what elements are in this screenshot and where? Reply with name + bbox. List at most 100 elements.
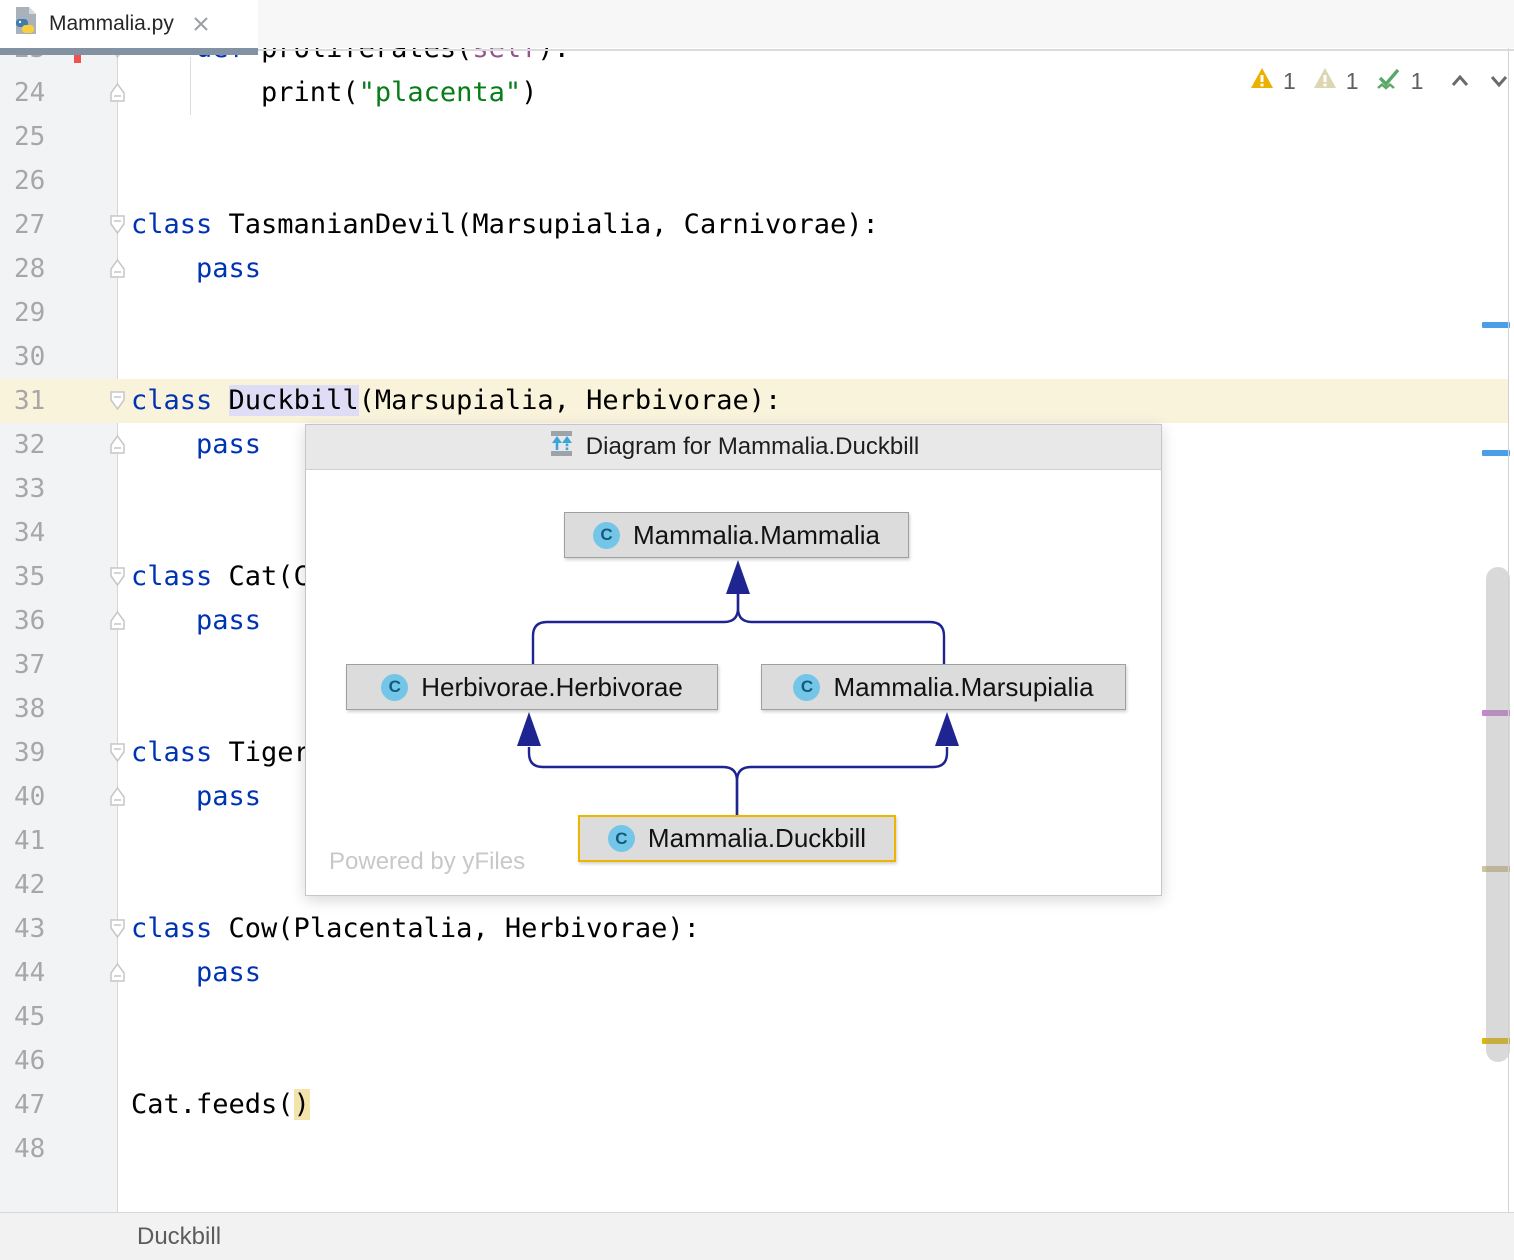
line-number: 36 <box>14 599 45 643</box>
error-stripe-mark[interactable] <box>1482 322 1510 328</box>
warning-icon <box>1250 67 1274 95</box>
line-number: 31 <box>14 379 45 423</box>
fold-start-icon[interactable] <box>109 390 126 411</box>
active-tab-underline <box>0 48 258 55</box>
diagram-node-label: Herbivorae.Herbivorae <box>421 672 683 703</box>
line-number: 47 <box>14 1083 45 1127</box>
warning-count[interactable]: 1 <box>1283 68 1296 95</box>
code-line-25[interactable]: 25 <box>0 115 1508 159</box>
previous-highlight-button[interactable] <box>1450 74 1470 88</box>
fold-end-icon[interactable] <box>109 610 126 631</box>
diagram-node-label: Mammalia.Duckbill <box>648 823 866 854</box>
fold-end-icon[interactable] <box>109 258 126 279</box>
line-number: 44 <box>14 951 45 995</box>
line-number: 32 <box>14 423 45 467</box>
code-line-26[interactable]: 26 <box>0 159 1508 203</box>
weak-warning-count[interactable]: 1 <box>1346 68 1359 95</box>
line-number: 37 <box>14 643 45 687</box>
weak-warning-icon <box>1313 67 1337 95</box>
line-number: 35 <box>14 555 45 599</box>
code-text: pass <box>131 247 261 291</box>
class-icon: C <box>608 825 635 852</box>
code-text: pass <box>131 775 261 819</box>
line-number: 48 <box>14 1127 45 1171</box>
code-line-43[interactable]: 43class Cow(Placentalia, Herbivorae): <box>0 907 1508 951</box>
line-number: 38 <box>14 687 45 731</box>
inspections-widget[interactable]: 1 1 1 <box>1250 66 1509 96</box>
yfiles-watermark: Powered by yFiles <box>329 848 525 876</box>
fold-end-icon[interactable] <box>109 434 126 455</box>
close-icon[interactable] <box>192 15 210 33</box>
diagram-node-label: Mammalia.Mammalia <box>633 520 880 551</box>
tab-title: Mammalia.py <box>49 12 174 36</box>
code-line-30[interactable]: 30 <box>0 335 1508 379</box>
line-number: 46 <box>14 1039 45 1083</box>
line-number: 29 <box>14 291 45 335</box>
diagram-icon <box>548 430 575 464</box>
code-line-48[interactable]: 48 <box>0 1127 1508 1171</box>
line-number: 40 <box>14 775 45 819</box>
code-line-44[interactable]: 44 pass <box>0 951 1508 995</box>
code-text: pass <box>131 599 261 643</box>
code-line-27[interactable]: 27 class TasmanianDevil(Marsupialia, Carn… <box>0 203 1508 247</box>
diagram-canvas[interactable]: C Mammalia.Mammalia C Herbivorae.Herbivorae… <box>306 470 1161 896</box>
tab-bar-border <box>258 49 1514 51</box>
diagram-node-mammalia-marsupialia[interactable]: C Mammalia.Marsupialia <box>761 664 1126 710</box>
diagram-node-label: Mammalia.Marsupialia <box>833 672 1093 703</box>
code-text: class TasmanianDevil(Marsupialia, Carniv… <box>131 203 879 247</box>
class-icon: C <box>793 674 820 701</box>
code-text: print("placenta") <box>131 71 537 115</box>
class-icon: C <box>381 674 408 701</box>
diagram-popup-titlebar[interactable]: Diagram for Mammalia.Duckbill <box>306 425 1161 470</box>
python-file-icon <box>12 6 39 42</box>
fold-end-icon[interactable] <box>109 786 126 807</box>
code-line-47[interactable]: 47 Cat.feeds() <box>0 1083 1508 1127</box>
fold-end-icon[interactable] <box>109 82 126 103</box>
ok-check-icon <box>1376 67 1402 96</box>
code-line-45[interactable]: 45 <box>0 995 1508 1039</box>
line-number: 25 <box>14 115 45 159</box>
class-icon: C <box>593 522 620 549</box>
code-line-29[interactable]: 29 <box>0 291 1508 335</box>
line-number: 30 <box>14 335 45 379</box>
next-highlight-button[interactable] <box>1489 74 1509 88</box>
fold-start-icon[interactable] <box>109 742 126 763</box>
code-text: pass <box>131 423 261 467</box>
tab-mammalia-py[interactable]: Mammalia.py <box>0 0 258 48</box>
code-text: Cat.feeds() <box>131 1083 310 1127</box>
fold-start-icon[interactable] <box>109 918 126 939</box>
line-number: 28 <box>14 247 45 291</box>
line-number: 33 <box>14 467 45 511</box>
fold-start-icon[interactable] <box>109 566 126 587</box>
editor-scrollbar-thumb[interactable] <box>1486 567 1510 1062</box>
chevron-down-icon <box>1489 74 1509 88</box>
error-stripe-mark[interactable] <box>1482 450 1510 456</box>
fold-end-icon[interactable] <box>109 962 126 983</box>
line-number: 42 <box>14 863 45 907</box>
code-line-31[interactable]: 31 class Duckbill(Marsupialia, Herbivorae… <box>0 379 1508 423</box>
editor-tab-bar: Mammalia.py <box>0 0 1514 48</box>
code-line-46[interactable]: 46 <box>0 1039 1508 1083</box>
line-number: 24 <box>14 71 45 115</box>
code-text: class Cat(C <box>131 555 310 599</box>
line-number: 27 <box>14 203 45 247</box>
code-text: class Duckbill(Marsupialia, Herbivorae): <box>131 379 781 423</box>
diagram-node-mammalia-duckbill[interactable]: C Mammalia.Duckbill <box>578 815 896 862</box>
ok-count[interactable]: 1 <box>1411 68 1424 95</box>
code-text: pass <box>131 951 261 995</box>
status-bar-text: Duckbill <box>0 1223 221 1251</box>
line-number: 34 <box>14 511 45 555</box>
status-bar: Duckbill <box>0 1212 1514 1260</box>
line-number: 39 <box>14 731 45 775</box>
code-text: class Cow(Placentalia, Herbivorae): <box>131 907 700 951</box>
diagram-popup[interactable]: Diagram for Mammalia.Duckbill C Mammalia.… <box>305 424 1162 896</box>
diagram-node-herbivorae-herbivorae[interactable]: C Herbivorae.Herbivorae <box>346 664 718 710</box>
window-right-edge <box>1508 48 1509 1212</box>
chevron-up-icon <box>1450 74 1470 88</box>
code-text: class Tiger <box>131 731 310 775</box>
fold-start-icon[interactable] <box>109 214 126 235</box>
line-number: 41 <box>14 819 45 863</box>
indent-guide <box>190 57 191 115</box>
code-line-28[interactable]: 28 pass <box>0 247 1508 291</box>
diagram-node-mammalia-mammalia[interactable]: C Mammalia.Mammalia <box>564 512 909 558</box>
